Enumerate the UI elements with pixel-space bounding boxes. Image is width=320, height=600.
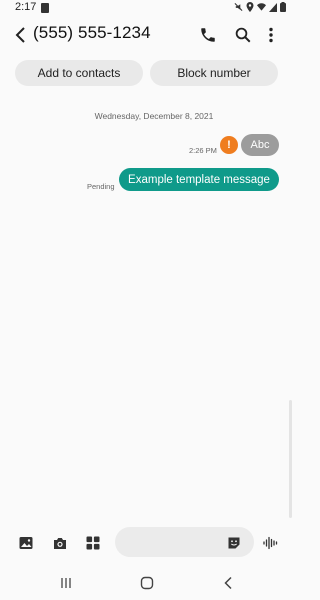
block-number-button[interactable]: Block number bbox=[150, 60, 278, 86]
gallery-icon[interactable] bbox=[19, 536, 33, 550]
battery-icon bbox=[280, 2, 286, 12]
back-arrow-icon[interactable] bbox=[14, 26, 30, 44]
recents-icon[interactable] bbox=[58, 575, 74, 591]
send-error-icon[interactable]: ! bbox=[220, 136, 238, 154]
contact-number[interactable]: (555) 555-1234 bbox=[33, 23, 151, 43]
sticker-icon[interactable] bbox=[227, 536, 241, 550]
back-icon[interactable] bbox=[221, 575, 237, 591]
voice-icon[interactable] bbox=[263, 536, 279, 550]
system-nav-bar bbox=[0, 568, 294, 598]
scroll-indicator[interactable] bbox=[289, 400, 292, 518]
search-icon[interactable] bbox=[234, 26, 252, 44]
signal-icon bbox=[269, 3, 277, 12]
app-bar: (555) 555-1234 bbox=[0, 18, 294, 52]
message-time: 2:26 PM bbox=[189, 146, 217, 155]
add-to-contacts-button[interactable]: Add to contacts bbox=[15, 60, 143, 86]
notification-icon bbox=[41, 3, 49, 13]
messages-screen: 2:17 (555) 555-1234 Add to contacts Bloc… bbox=[0, 0, 294, 600]
message-composer bbox=[0, 525, 294, 561]
more-vert-icon[interactable] bbox=[262, 26, 280, 44]
status-bar: 2:17 bbox=[0, 0, 294, 16]
date-separator: Wednesday, December 8, 2021 bbox=[94, 111, 214, 121]
home-icon[interactable] bbox=[139, 575, 155, 591]
camera-icon[interactable] bbox=[53, 536, 67, 550]
call-icon[interactable] bbox=[199, 26, 217, 44]
apps-grid-icon[interactable] bbox=[86, 536, 100, 550]
location-icon bbox=[246, 2, 254, 12]
wifi-icon bbox=[257, 3, 266, 11]
status-icons bbox=[234, 2, 286, 12]
message-bubble-sent[interactable]: Example template message bbox=[119, 168, 279, 191]
mute-icon bbox=[234, 3, 243, 11]
message-bubble-failed[interactable]: Abc bbox=[241, 134, 279, 156]
status-time: 2:17 bbox=[15, 1, 37, 13]
message-status-pending: Pending bbox=[87, 182, 115, 191]
